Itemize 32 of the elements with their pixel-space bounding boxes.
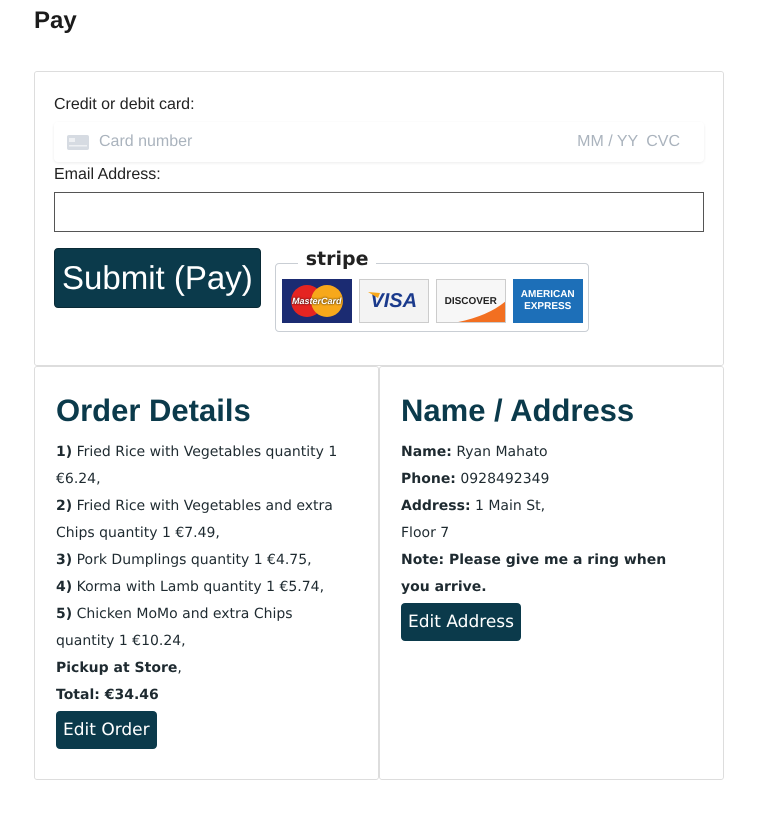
field-label: Name:: [401, 444, 452, 460]
order-line: 2) Fried Rice with Vegetables and extra Chips quantity 1 €7.49,: [56, 497, 334, 543]
section-heading: Name / Address: [401, 393, 636, 429]
section-heading: Order Details: [56, 393, 252, 429]
order-line: Pickup at Store,: [56, 659, 183, 678]
field-label: Email Address:: [54, 166, 162, 184]
delivery-note: Note: Please give me a ring when you arrive.: [401, 551, 668, 597]
order-line: 5) Chicken MoMo and extra Chips quantity 1 €10.24,: [56, 605, 294, 651]
order-line: 1) Fried Rice with Vegetables quantity 1 €6.24,: [56, 443, 338, 489]
card-number-placeholder: Card number: [99, 133, 194, 151]
order-total: Total: €34.46: [56, 686, 160, 705]
order-line: 3) Pork Dumplings quantity 1 €4.75,: [56, 551, 313, 570]
order-line: 4) Korma with Lamb quantity 1 €5.74,: [56, 578, 326, 597]
edit-address-button[interactable]: Edit Address: [401, 603, 522, 641]
email-input-field[interactable]: [54, 192, 704, 232]
card-logo: DISCOVER: [436, 279, 506, 323]
expiry-placeholder: MM / YY: [577, 133, 638, 151]
address-line: Floor 7: [401, 524, 450, 543]
field-value: 1 Main St,: [475, 498, 546, 514]
field-label: Phone:: [401, 471, 456, 487]
cvc-placeholder: CVC: [646, 133, 680, 151]
field-value: Ryan Mahato: [456, 444, 548, 460]
card-logo: VISA: [358, 279, 429, 323]
edit-order-button[interactable]: Edit Order: [56, 711, 157, 749]
field-label: Credit or debit card:: [54, 96, 196, 114]
submit-button[interactable]: Submit (Pay): [54, 248, 261, 308]
stripe-logo: stripe: [298, 248, 376, 270]
field-label: Address:: [401, 498, 471, 514]
field-value: 0928492349: [460, 471, 550, 487]
card-logo: AMERICAN EXPRESS: [512, 279, 583, 323]
page-title: Pay: [34, 6, 78, 36]
credit-card-icon: [67, 134, 89, 150]
